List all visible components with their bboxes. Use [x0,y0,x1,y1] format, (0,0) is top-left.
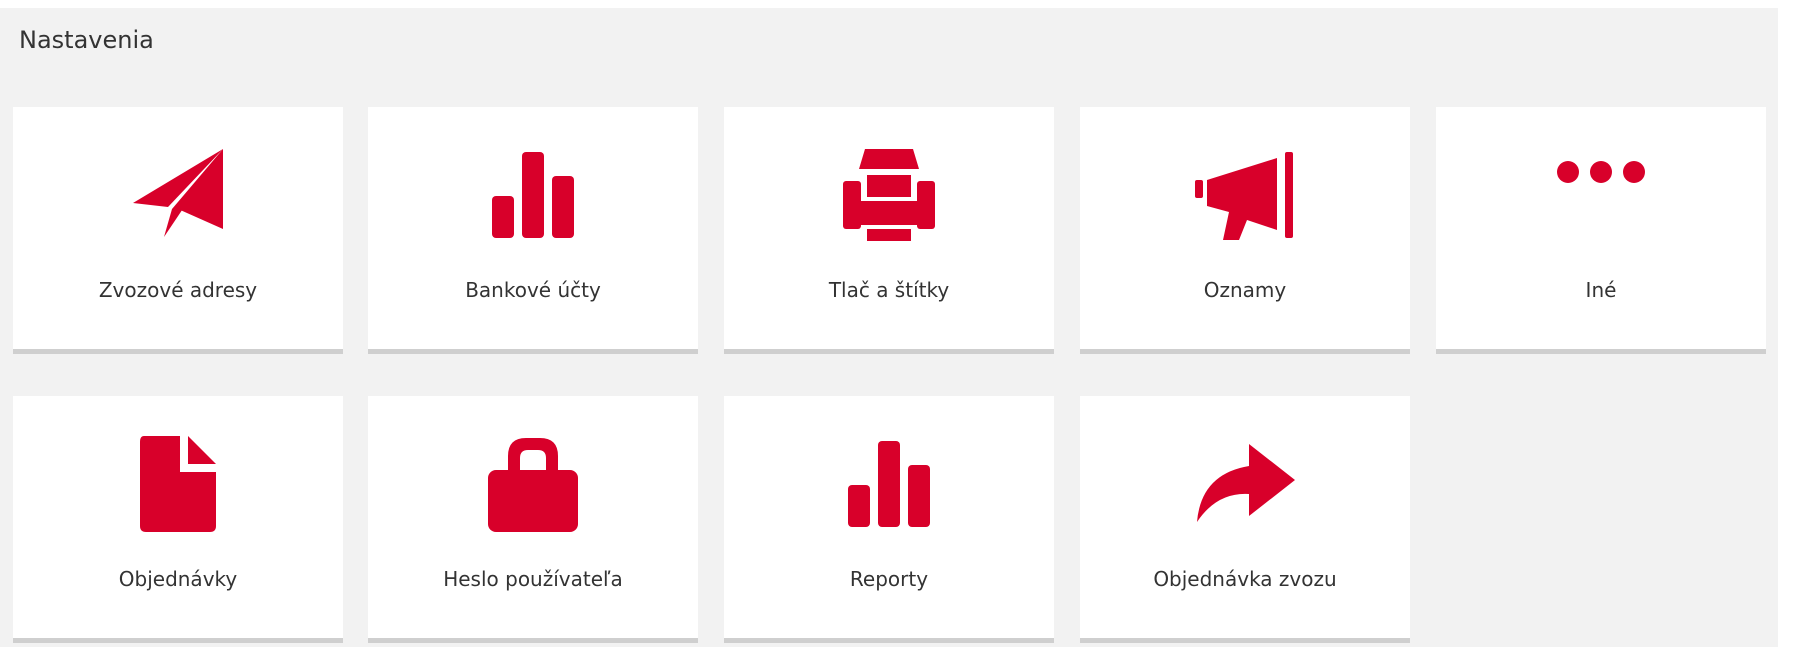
tile-label: Zvozové adresy [98,278,258,302]
tile-user-password[interactable]: Heslo používateľa [368,396,698,643]
tile-pickup-addresses[interactable]: Zvozové adresy [13,107,343,354]
share-arrow-icon [1080,436,1410,532]
tile-label: Objednávky [118,567,238,591]
tile-label: Iné [1585,278,1617,302]
megaphone-icon [1080,147,1410,243]
tile-orders[interactable]: Objednávky [13,396,343,643]
tile-label: Objednávka zvozu [1153,567,1337,591]
printer-icon [724,147,1054,243]
tile-other[interactable]: Iné [1436,107,1766,354]
tile-label: Oznamy [1203,278,1287,302]
tile-pickup-order[interactable]: Objednávka zvozu [1080,396,1410,643]
paper-plane-icon [13,147,343,243]
tile-label: Tlač a štítky [828,278,950,302]
lock-icon [368,436,698,532]
tile-label: Heslo používateľa [443,567,623,591]
tile-reports[interactable]: Reporty [724,396,1054,643]
bar-chart-icon [724,436,1054,532]
bar-chart-icon [368,147,698,243]
page-title: Nastavenia [19,26,154,54]
tile-label: Reporty [849,567,929,591]
tile-label: Bankové účty [465,278,601,302]
document-icon [13,436,343,532]
tile-print-labels[interactable]: Tlač a štítky [724,107,1054,354]
more-dots-icon [1436,147,1766,243]
settings-panel: Nastavenia Zvozové adresy Bankové účty T… [0,8,1778,647]
tile-announcements[interactable]: Oznamy [1080,107,1410,354]
tile-bank-accounts[interactable]: Bankové účty [368,107,698,354]
